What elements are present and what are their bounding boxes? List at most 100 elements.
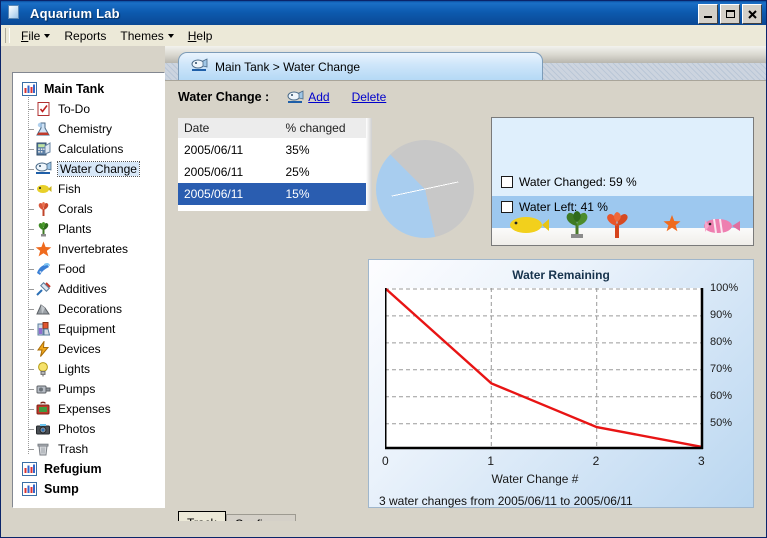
tree-connector-dash bbox=[28, 209, 34, 210]
menu-grip bbox=[5, 28, 10, 43]
cell-date: 2005/06/11 bbox=[178, 187, 279, 201]
x-tick-label: 3 bbox=[698, 454, 705, 468]
table-row[interactable]: 2005/06/1115% bbox=[178, 183, 366, 205]
table-row[interactable]: 2005/06/1135% bbox=[178, 139, 366, 161]
sidebar-item-label: Decorations bbox=[58, 302, 122, 316]
sidebar-item-lights[interactable]: Lights bbox=[13, 359, 164, 379]
checkbox-water-changed[interactable] bbox=[501, 176, 513, 188]
sidebar-item-refugium[interactable]: Refugium bbox=[13, 459, 164, 479]
sidebar-item-label: Main Tank bbox=[44, 82, 104, 96]
sidebar-item-label: Equipment bbox=[58, 322, 115, 336]
tree-connector-dash bbox=[28, 329, 34, 330]
add-water-change-icon[interactable] bbox=[287, 90, 304, 105]
x-tick-label: 2 bbox=[593, 454, 600, 468]
water-change-icon bbox=[35, 161, 52, 177]
sidebar-item-food[interactable]: Food bbox=[13, 259, 164, 279]
sidebar-item-expenses[interactable]: Expenses bbox=[13, 399, 164, 419]
trash-icon bbox=[35, 441, 52, 457]
tree-connector-dash bbox=[28, 269, 34, 270]
menu-themes[interactable]: Themes bbox=[113, 27, 180, 45]
close-button[interactable] bbox=[742, 4, 762, 24]
sidebar-item-label: Photos bbox=[58, 422, 95, 436]
sidebar-item-label: Devices bbox=[58, 342, 101, 356]
food-icon bbox=[35, 261, 52, 277]
table-body: 2005/06/1135%2005/06/1125%2005/06/1115% bbox=[178, 139, 366, 205]
sidebar-item-label: Water Change bbox=[58, 162, 139, 176]
delete-button[interactable]: Delete bbox=[352, 90, 387, 104]
legend-label-water-changed: Water Changed: 59 % bbox=[519, 175, 637, 189]
water-change-table[interactable]: Date % changed 2005/06/1135%2005/06/1125… bbox=[178, 118, 366, 211]
content-tab-water-change[interactable]: Main Tank > Water Change bbox=[178, 52, 543, 81]
app-icon bbox=[8, 5, 23, 21]
chart-axes bbox=[385, 288, 707, 456]
tree-connector-dash bbox=[28, 289, 34, 290]
sidebar-item-additives[interactable]: Additives bbox=[13, 279, 164, 299]
sidebar-item-label: Food bbox=[58, 262, 85, 276]
yellow-tang-icon bbox=[506, 214, 550, 239]
sidebar-item-water-change[interactable]: Water Change bbox=[13, 159, 164, 179]
sidebar-item-fish[interactable]: Fish bbox=[13, 179, 164, 199]
plant-icon bbox=[35, 221, 52, 237]
chart-caption: 3 water changes from 2005/06/11 to 2005/… bbox=[379, 494, 633, 508]
lightning-icon bbox=[35, 341, 52, 357]
tank-chart-icon bbox=[21, 81, 38, 97]
maximize-button[interactable] bbox=[720, 4, 740, 24]
sidebar-item-photos[interactable]: Photos bbox=[13, 419, 164, 439]
flask-icon bbox=[35, 121, 52, 137]
tree-connector-dash bbox=[28, 109, 34, 110]
sidebar-item-label: Lights bbox=[58, 362, 90, 376]
menu-file[interactable]: File bbox=[14, 27, 57, 45]
table-row[interactable]: 2005/06/1125% bbox=[178, 161, 366, 183]
sidebar-item-trash[interactable]: Trash bbox=[13, 439, 164, 459]
legend-item-water-changed[interactable]: Water Changed: 59 % bbox=[501, 175, 637, 189]
column-header-percent-changed: % changed bbox=[279, 121, 366, 135]
command-bar: Water Change : Add Delete bbox=[178, 86, 386, 108]
cell-percent-changed: 35% bbox=[279, 143, 366, 157]
cell-percent-changed: 15% bbox=[279, 187, 366, 201]
sidebar-item-sump[interactable]: Sump bbox=[13, 479, 164, 499]
sidebar-item-label: To-Do bbox=[58, 102, 90, 116]
sidebar-item-calculations[interactable]: Calculations bbox=[13, 139, 164, 159]
menu-reports[interactable]: Reports bbox=[57, 27, 113, 45]
sidebar-item-main-tank[interactable]: Main Tank bbox=[13, 79, 164, 99]
chevron-down-icon bbox=[168, 34, 174, 38]
breadcrumb: Main Tank > Water Change bbox=[215, 60, 360, 74]
syringe-icon bbox=[35, 281, 52, 297]
sidebar-item-label: Plants bbox=[58, 222, 91, 236]
minimize-button[interactable] bbox=[698, 4, 718, 24]
money-icon bbox=[35, 401, 52, 417]
menu-help[interactable]: Help bbox=[181, 27, 220, 45]
tree-connector-dash bbox=[28, 449, 34, 450]
sidebar-item-label: Invertebrates bbox=[58, 242, 128, 256]
sidebar-item-label: Trash bbox=[58, 442, 88, 456]
tree-connector-line bbox=[28, 97, 29, 455]
application-window: Aquarium Lab File Reports Themes Help Ma… bbox=[0, 0, 767, 538]
sidebar-item-decorations[interactable]: Decorations bbox=[13, 299, 164, 319]
tree-list: Main Tank To-Do Chemistry Calculations Water… bbox=[13, 73, 164, 499]
x-axis-label: Water Change # bbox=[369, 472, 701, 486]
tree-connector-dash bbox=[28, 369, 34, 370]
sidebar-tree-panel[interactable]: Main Tank To-Do Chemistry Calculations Water… bbox=[12, 72, 165, 508]
sidebar-item-pumps[interactable]: Pumps bbox=[13, 379, 164, 399]
sidebar-item-chemistry[interactable]: Chemistry bbox=[13, 119, 164, 139]
sidebar-item-equipment[interactable]: Equipment bbox=[13, 319, 164, 339]
checklist-icon bbox=[35, 101, 52, 117]
sidebar-item-label: Expenses bbox=[58, 402, 111, 416]
starfish-icon bbox=[35, 241, 52, 257]
bulb-icon bbox=[35, 361, 52, 377]
checkbox-water-left[interactable] bbox=[501, 201, 513, 213]
add-button[interactable]: Add bbox=[308, 90, 329, 104]
y-tick-label: 60% bbox=[710, 390, 732, 402]
water-change-icon bbox=[191, 58, 208, 76]
sidebar-item-label: Chemistry bbox=[58, 122, 112, 136]
table-scrollbar[interactable] bbox=[366, 118, 372, 211]
sidebar-item-plants[interactable]: Plants bbox=[13, 219, 164, 239]
sidebar-item-corals[interactable]: Corals bbox=[13, 199, 164, 219]
pink-fish-icon bbox=[701, 216, 741, 239]
sidebar-item-invertebrates[interactable]: Invertebrates bbox=[13, 239, 164, 259]
sidebar-item-to-do[interactable]: To-Do bbox=[13, 99, 164, 119]
sidebar-item-devices[interactable]: Devices bbox=[13, 339, 164, 359]
y-tick-label: 90% bbox=[710, 309, 732, 321]
table-header: Date % changed bbox=[178, 118, 366, 139]
tree-connector-dash bbox=[28, 169, 34, 170]
